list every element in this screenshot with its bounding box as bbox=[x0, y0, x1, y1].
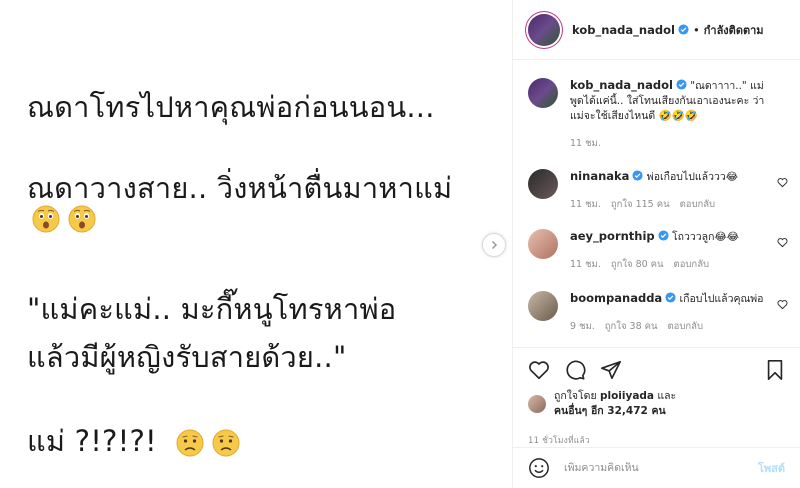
comment-item: ninanaka พ่อเกือบไปแล้ววว😂 11 ชม. ถูกใจ … bbox=[528, 169, 790, 212]
astonished-emoji-icon bbox=[32, 205, 60, 233]
comment-time: 9 ชม. bbox=[570, 321, 595, 332]
next-image-button[interactable] bbox=[482, 233, 506, 257]
comment-item: aey_pornthip โถวววลูก😂😂 11 ชม. ถูกใจ 80 … bbox=[528, 229, 790, 272]
comment-likes[interactable]: ถูกใจ 115 คน bbox=[611, 197, 670, 212]
comment-likes[interactable]: ถูกใจ 38 คน bbox=[605, 319, 658, 334]
comments-list[interactable]: kob_nada_nadol "ณดาาาา.." แม่พูดได้แค่นี… bbox=[513, 61, 800, 347]
emoji-icon[interactable] bbox=[528, 457, 550, 479]
comment-item: boompanadda เกือบไปแล้วคุณพ่อ 9 ชม. ถูกใ… bbox=[528, 291, 790, 334]
worried-emoji-row bbox=[176, 429, 240, 457]
comment-username[interactable]: kob_nada_nadol bbox=[570, 78, 673, 92]
astonished-emoji-icon bbox=[68, 205, 96, 233]
header-username[interactable]: kob_nada_nadol bbox=[572, 23, 675, 37]
astonished-emoji-row bbox=[32, 205, 96, 233]
comment-text: boompanadda เกือบไปแล้วคุณพ่อ bbox=[570, 291, 766, 307]
comment-input[interactable] bbox=[564, 462, 758, 474]
heart-icon[interactable] bbox=[777, 299, 788, 310]
comment-body: โถวววลูก😂😂 bbox=[672, 231, 740, 243]
action-bar bbox=[528, 358, 785, 382]
comment-meta: 9 ชม. ถูกใจ 38 คน ตอบกลับ bbox=[570, 319, 766, 334]
caption-comment: kob_nada_nadol "ณดาาาา.." แม่พูดได้แค่นี… bbox=[528, 78, 790, 151]
comment-meta: 11 ชม. ถูกใจ 115 คน ตอบกลับ bbox=[570, 197, 766, 212]
reply-button[interactable]: ตอบกลับ bbox=[680, 197, 716, 212]
avatar[interactable] bbox=[528, 13, 560, 46]
comment-meta: 11 ชม. bbox=[570, 136, 766, 151]
comment-time: 11 ชม. bbox=[570, 199, 601, 210]
post-text-line-5-label: แม่ ?!?!?! bbox=[27, 424, 157, 458]
separator-dot: • bbox=[692, 22, 700, 37]
verified-badge-icon bbox=[665, 292, 676, 303]
likes-text[interactable]: ถูกใจโดย ploiiyada และ คนอื่นๆ อีก 32,47… bbox=[554, 389, 676, 419]
comment-icon[interactable] bbox=[564, 359, 586, 381]
comment-time: 11 ชม. bbox=[570, 259, 601, 270]
comment-body: เกือบไปแล้วคุณพ่อ bbox=[679, 293, 764, 305]
share-icon[interactable] bbox=[600, 359, 622, 381]
post-timestamp: 11 ชั่วโมงที่แล้ว bbox=[528, 436, 590, 446]
avatar[interactable] bbox=[528, 291, 558, 321]
verified-badge-icon bbox=[676, 79, 687, 90]
add-comment-bar: โพสต์ bbox=[513, 447, 800, 488]
comment-username[interactable]: aey_pornthip bbox=[570, 229, 655, 243]
avatar[interactable] bbox=[528, 229, 558, 259]
likes-summary: ถูกใจโดย ploiiyada และ คนอื่นๆ อีก 32,47… bbox=[528, 389, 785, 419]
post-comment-button[interactable]: โพสต์ bbox=[758, 459, 785, 477]
comment-body: พ่อเกือบไปแล้ววว😂 bbox=[646, 171, 739, 183]
post-side-panel: kob_nada_nadol • กำลังติดตาม kob_nada_na… bbox=[512, 0, 800, 488]
comment-text: ninanaka พ่อเกือบไปแล้ววว😂 bbox=[570, 169, 766, 185]
following-button[interactable]: กำลังติดตาม bbox=[704, 21, 764, 39]
verified-badge-icon bbox=[632, 170, 643, 181]
worried-emoji-icon bbox=[176, 429, 204, 457]
avatar[interactable] bbox=[528, 395, 546, 413]
reply-button[interactable]: ตอบกลับ bbox=[674, 257, 710, 272]
heart-icon[interactable] bbox=[528, 359, 550, 381]
post-text-line-4: แล้วมีผู้หญิงรับสายด้วย.." bbox=[27, 340, 347, 374]
reply-button[interactable]: ตอบกลับ bbox=[667, 319, 703, 334]
post-text-line-5: แม่ ?!?!?! bbox=[27, 418, 240, 464]
comment-meta: 11 ชม. ถูกใจ 80 คน ตอบกลับ bbox=[570, 257, 766, 272]
post-header: kob_nada_nadol • กำลังติดตาม bbox=[513, 0, 800, 60]
likes-others[interactable]: คนอื่นๆ อีก 32,472 คน bbox=[554, 405, 666, 417]
avatar[interactable] bbox=[528, 78, 558, 108]
likes-prefix: ถูกใจโดย bbox=[554, 390, 597, 402]
post-text-line-1: ณดาโทรไปหาคุณพ่อก่อนนอน... bbox=[27, 90, 435, 124]
post-image[interactable]: ณดาโทรไปหาคุณพ่อก่อนนอน... ณดาวางสาย.. ว… bbox=[0, 0, 512, 488]
comment-username[interactable]: ninanaka bbox=[570, 169, 629, 183]
avatar[interactable] bbox=[528, 169, 558, 199]
verified-badge-icon bbox=[678, 24, 689, 35]
comment-username[interactable]: boompanadda bbox=[570, 291, 662, 305]
verified-badge-icon bbox=[658, 230, 669, 241]
post-actions: ถูกใจโดย ploiiyada และ คนอื่นๆ อีก 32,47… bbox=[513, 347, 800, 446]
heart-icon[interactable] bbox=[777, 237, 788, 248]
likes-username[interactable]: ploiiyada bbox=[600, 390, 654, 402]
bookmark-icon[interactable] bbox=[765, 359, 785, 381]
post-text-line-3: "แม่คะแม่.. มะกี๊หนูโทรหาพ่อ bbox=[27, 292, 397, 326]
comment-time: 11 ชม. bbox=[570, 138, 601, 149]
chevron-right-icon bbox=[491, 240, 498, 250]
header-user-info: kob_nada_nadol • กำลังติดตาม bbox=[572, 21, 764, 39]
likes-and: และ bbox=[657, 390, 677, 402]
comment-likes[interactable]: ถูกใจ 80 คน bbox=[611, 257, 664, 272]
comment-text: aey_pornthip โถวววลูก😂😂 bbox=[570, 229, 766, 245]
comment-text: kob_nada_nadol "ณดาาาา.." แม่พูดได้แค่นี… bbox=[570, 78, 766, 124]
heart-icon[interactable] bbox=[777, 177, 788, 188]
worried-emoji-icon bbox=[212, 429, 240, 457]
